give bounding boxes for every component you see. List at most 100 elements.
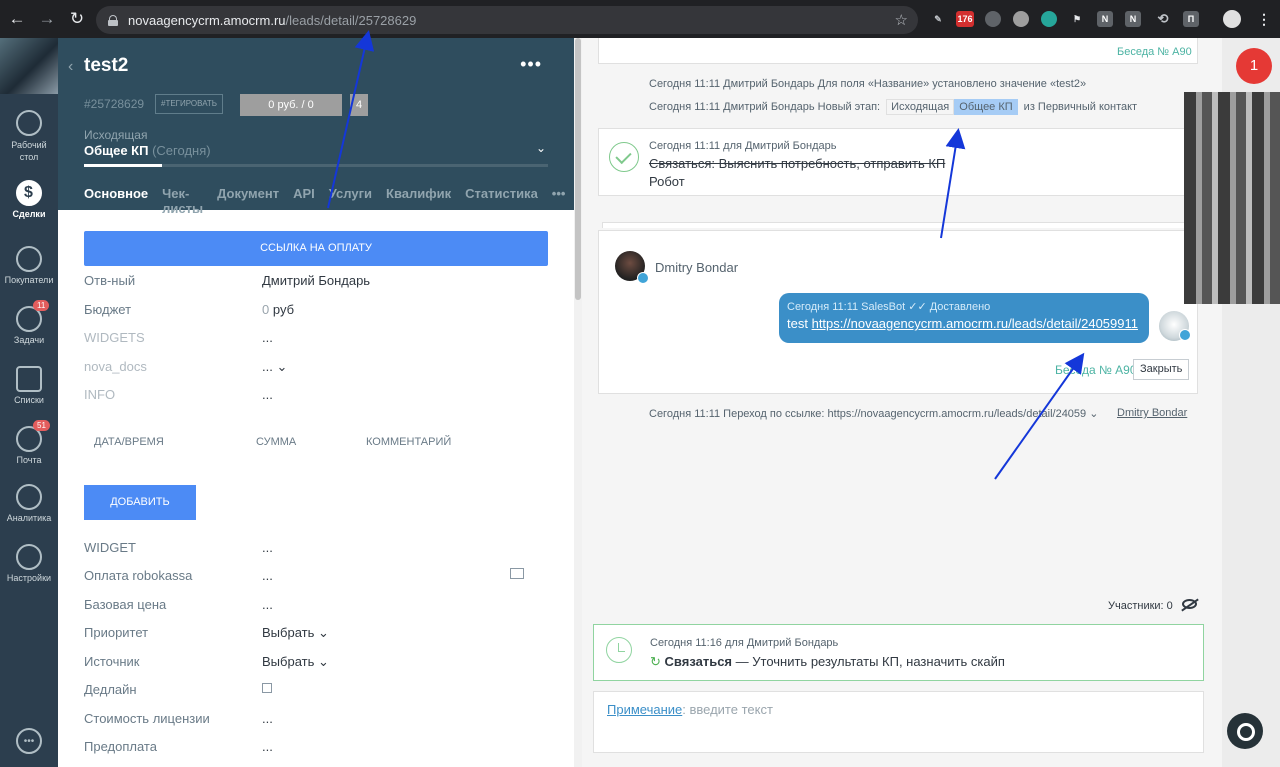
stage-to: Общее КП [954,99,1018,115]
bookmark-star-icon[interactable]: ☆ [895,11,908,29]
field-value[interactable]: Дмитрий Бондарь [262,273,370,288]
field-value[interactable]: ... [262,540,273,555]
close-conversation-button[interactable]: Закрыть [1133,359,1190,380]
support-chat-icon[interactable] [1227,713,1263,749]
field-value[interactable]: ... [262,568,273,583]
note-input[interactable]: Примечание: введите текст [593,691,1204,753]
conversation-link[interactable]: Беседа № А90 [1117,46,1192,58]
column-header: КОММЕНТАРИЙ [366,436,452,448]
field-value[interactable]: ... ⌄ [262,359,287,375]
field-widget: WIDGET ... [84,540,554,560]
sidebar-item-label: Списки [14,395,44,405]
event-text: Сегодня 11:11 Дмитрий Бондарь Новый этап… [649,101,881,113]
globe-extension-icon[interactable] [1013,11,1029,27]
previous-message-card: Беседа № А90 [598,38,1198,64]
field-value[interactable]: Выбрать ⌄ [262,654,329,670]
reload-icon[interactable]: ↻ [64,6,90,32]
field-robokassa: Оплата robokassa ... [84,568,554,588]
field-label: Бюджет [84,302,132,317]
card-icon[interactable] [510,568,524,579]
event-link-visited: Сегодня 11:11 Переход по ссылке: https:/… [649,407,1189,420]
event-user[interactable]: Dmitry Bondar [1117,407,1187,419]
forward-icon[interactable]: → [34,6,60,32]
back-chevron-icon[interactable]: ‹ [68,58,73,76]
customers-icon [16,246,42,272]
tabs-more-icon[interactable]: ••• [552,186,566,224]
profile-avatar[interactable] [1223,10,1241,28]
field-value[interactable]: Выбрать ⌄ [262,625,329,641]
sidebar-item-customers[interactable]: Покупатели [0,246,58,285]
notion-extension-icon-2[interactable]: N [1125,11,1141,27]
lead-header: ‹ test2 ••• #25728629 #ТЕГИРОВАТЬ 0 руб.… [58,38,574,224]
field-value[interactable]: ... [262,711,273,726]
payment-link-button[interactable]: ССЫЛКА НА ОПЛАТУ [84,231,548,266]
event-text[interactable]: Сегодня 11:11 Переход по ссылке: https:/… [649,408,1098,420]
more-menu-icon[interactable]: ••• [520,54,542,75]
field-budget: Бюджет 0 руб [84,302,554,322]
calendar-icon[interactable] [262,683,272,693]
sidebar-item-settings[interactable]: Настройки [0,544,58,583]
history-extension-icon[interactable]: ⟲ [1155,11,1171,27]
tab-api[interactable]: API [293,186,315,224]
budget-currency: руб [272,302,295,317]
sidebar-item-lists[interactable]: Списки [0,366,58,405]
conversation-link[interactable]: Беседа № А90 [1055,363,1137,377]
task-meta: Сегодня 11:11 для Дмитрий Бондарь [649,140,837,152]
task-text[interactable]: ↻ Связаться — Уточнить результаты КП, на… [650,654,1005,670]
sidebar-item-tasks[interactable]: 11 Задачи [0,300,58,345]
field-value[interactable]: ... [262,597,273,612]
field-value[interactable]: ... [262,330,273,345]
lead-title[interactable]: test2 [84,55,128,77]
tab-statistics[interactable]: Статистика [465,186,538,224]
pen-extension-icon[interactable]: ✎ [930,11,946,27]
field-deadline: Дедлайн [84,682,554,702]
check-icon [609,142,639,172]
budget-amount: 0 [262,302,270,317]
stack-shadow [602,222,1198,228]
lead-tabs: Основное Чек-листы Документ API Услуги К… [84,186,574,224]
tab-documents[interactable]: Документ [217,186,279,224]
field-widgets: WIDGETS ... [84,330,554,350]
field-value[interactable]: ... [262,387,273,402]
menu-icon[interactable]: ⋮ [1256,11,1272,27]
extension-badge: 176 [957,14,973,24]
tab-checklists[interactable]: Чек-листы [162,186,203,224]
telegram-icon [1179,329,1191,341]
task-text: Связаться: Выяснить потребность, отправи… [649,156,946,171]
settings-icon [16,544,42,570]
sidebar-item-dashboard[interactable]: Рабочий стол [0,110,58,163]
shield-extension-icon[interactable] [985,11,1001,27]
column-header: СУММА [256,436,297,448]
sidebar-item-mail[interactable]: 51 Почта [0,420,58,465]
circle-extension-icon[interactable] [1041,11,1057,27]
field-value[interactable]: ... [262,739,273,754]
tab-qualification[interactable]: Квалифик [386,186,451,224]
chevron-down-icon[interactable]: ⌄ [536,141,546,155]
add-button[interactable]: ДОБАВИТЬ [84,485,196,520]
tag-button[interactable]: #ТЕГИРОВАТЬ [155,94,224,114]
notifications-badge[interactable]: 1 [1236,48,1272,84]
left-scrollbar[interactable] [574,38,582,767]
tab-main[interactable]: Основное [84,186,149,224]
user-avatar[interactable] [0,38,58,94]
flag-extension-icon[interactable]: ⚑ [1069,11,1085,27]
stage-select[interactable]: Общее КП (Сегодня) [84,143,211,158]
address-bar[interactable]: novaagencycrm.amocrm.ru/leads/detail/257… [96,6,918,34]
field-value[interactable]: 0 руб [262,302,294,317]
p-extension-icon[interactable]: П [1183,11,1199,27]
eye-off-icon[interactable] [1182,599,1197,609]
sidebar-item-deals[interactable]: $ Сделки [0,180,58,219]
sidebar-item-analytics[interactable]: Аналитика [0,484,58,523]
main-sidebar: Рабочий стол $ Сделки Покупатели 11 Зада… [0,38,58,767]
field-license-cost: Стоимость лицензии ... [84,711,554,731]
message-link[interactable]: https://novaagencycrm.amocrm.ru/leads/de… [812,316,1138,331]
note-type-link[interactable]: Примечание [607,702,682,717]
tab-services[interactable]: Услуги [329,186,372,224]
calendar-extension-icon[interactable]: 176 [956,11,974,27]
stage-progress [84,164,548,167]
chat-icon[interactable]: ••• [16,728,42,754]
back-icon[interactable]: ← [4,6,30,32]
field-label: nova_docs [84,359,147,374]
notion-extension-icon[interactable]: N [1097,11,1113,27]
field-info: INFO ... [84,387,554,407]
